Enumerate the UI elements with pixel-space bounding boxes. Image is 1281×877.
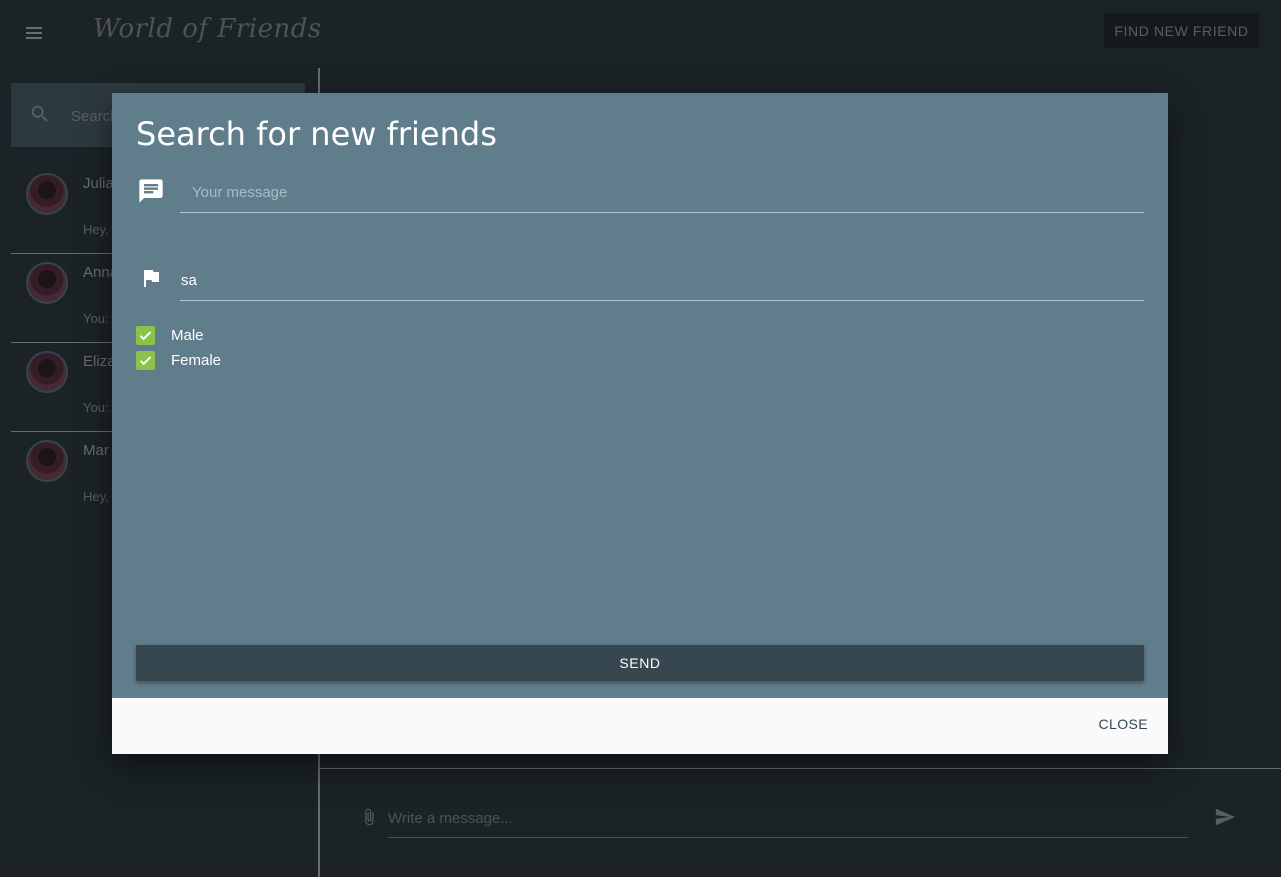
dialog-title: Search for new friends <box>136 115 497 153</box>
male-label: Male <box>171 327 204 344</box>
message-input[interactable] <box>180 173 1144 212</box>
country-field <box>180 261 1144 301</box>
close-button[interactable]: CLOSE <box>1099 716 1148 732</box>
male-checkbox[interactable]: Male <box>136 326 204 345</box>
female-checkbox[interactable]: Female <box>136 351 221 370</box>
message-field <box>180 173 1144 213</box>
female-label: Female <box>171 352 222 369</box>
country-input[interactable] <box>180 261 1144 300</box>
flag-icon <box>139 265 163 296</box>
search-friends-dialog: Search for new friends Male Female SEND … <box>112 93 1168 754</box>
send-button[interactable]: SEND <box>136 645 1144 681</box>
message-icon <box>137 177 165 210</box>
dialog-footer: CLOSE <box>112 698 1168 754</box>
checkbox-checked-icon[interactable] <box>136 326 155 345</box>
checkbox-checked-icon[interactable] <box>136 351 155 370</box>
